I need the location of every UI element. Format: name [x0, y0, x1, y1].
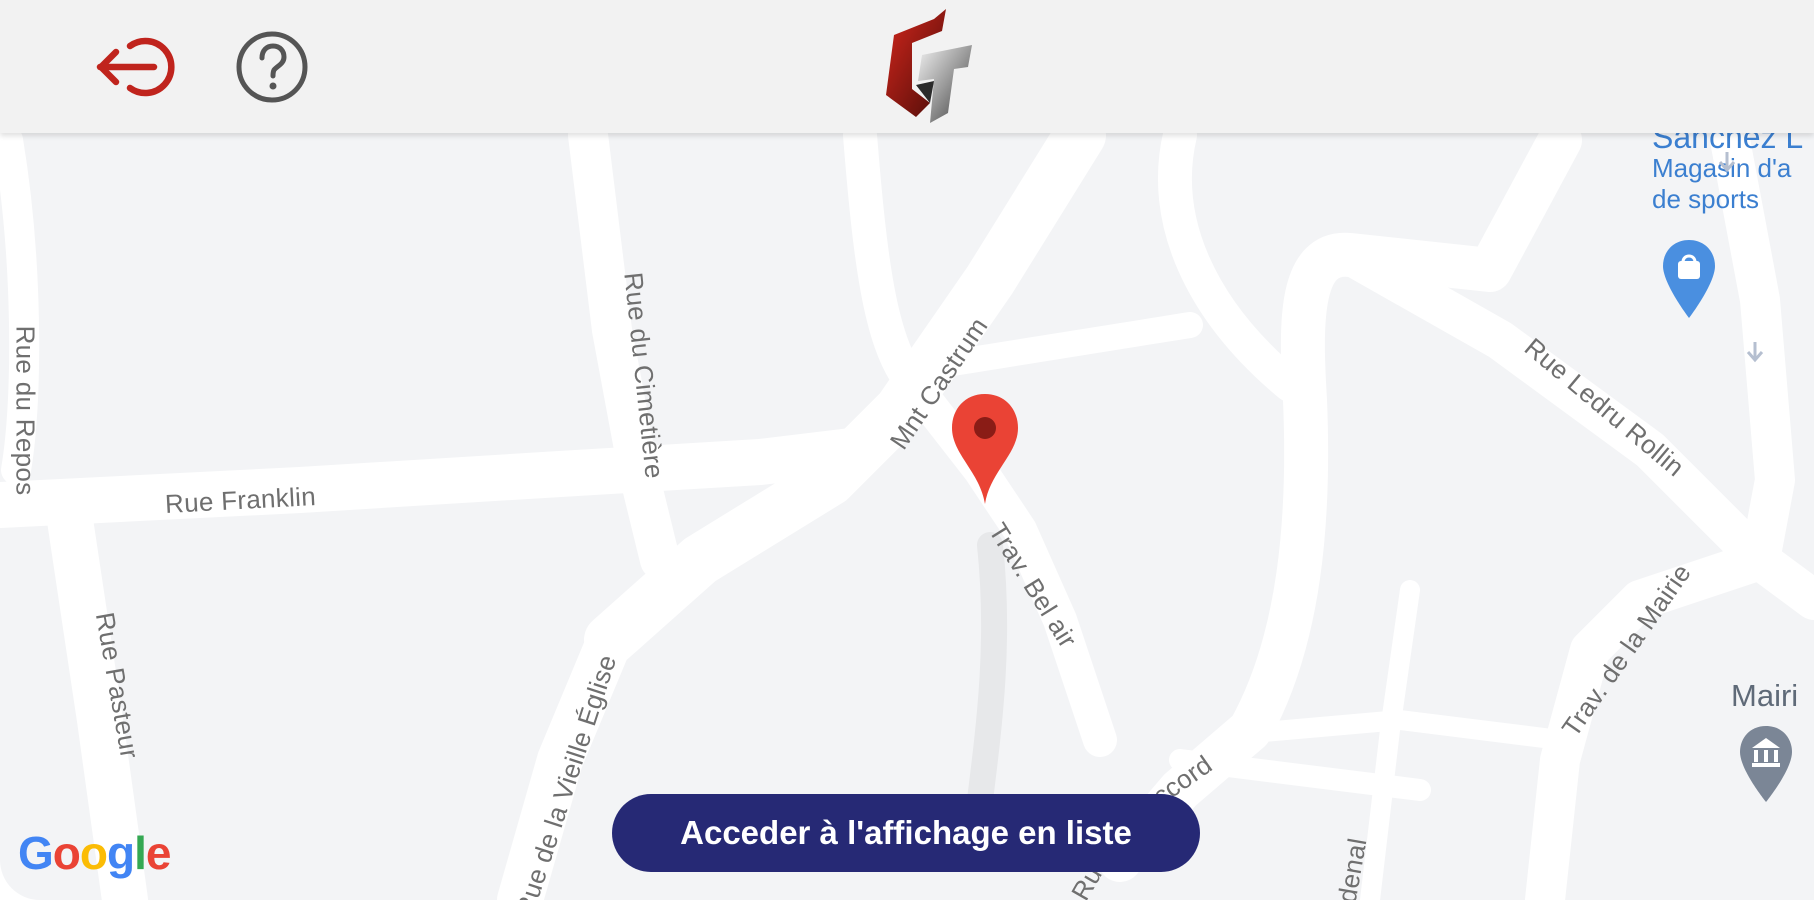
list-view-button[interactable]: Acceder à l'affichage en liste [612, 794, 1200, 872]
google-attribution: Google [18, 826, 172, 880]
footpath [967, 532, 1008, 813]
google-letter: G [18, 827, 54, 879]
help-icon[interactable] [234, 29, 310, 105]
google-letter: o [52, 827, 81, 879]
townhall-pin-icon[interactable] [1738, 724, 1794, 804]
gt-logo [886, 9, 972, 123]
google-letter: e [145, 827, 172, 879]
street-label-rue-du-repos: Rue du Repos [10, 325, 41, 496]
road-rue-franklin [0, 427, 883, 528]
road-denal [1360, 580, 1420, 900]
google-letter: l [134, 827, 147, 879]
app-screen: Rue du Repos Rue du Cimetière Mnt Castru… [0, 0, 1814, 900]
shopping-bag-pin-icon[interactable] [1661, 238, 1717, 320]
top-bar [0, 0, 1814, 133]
arrow-down-icon [1746, 342, 1764, 363]
google-letter: o [79, 827, 108, 879]
road-curve-top [1157, 118, 1307, 402]
map-marker-icon[interactable] [950, 392, 1020, 506]
google-letter: g [107, 827, 135, 879]
poi-townhall-label[interactable]: Mairi [1731, 678, 1798, 714]
map-view[interactable]: Rue du Repos Rue du Cimetière Mnt Castru… [0, 0, 1814, 900]
logout-icon[interactable] [96, 32, 182, 102]
arrow-down-icon [1718, 152, 1736, 173]
poi-shop-line2: de sports [1652, 184, 1759, 214]
